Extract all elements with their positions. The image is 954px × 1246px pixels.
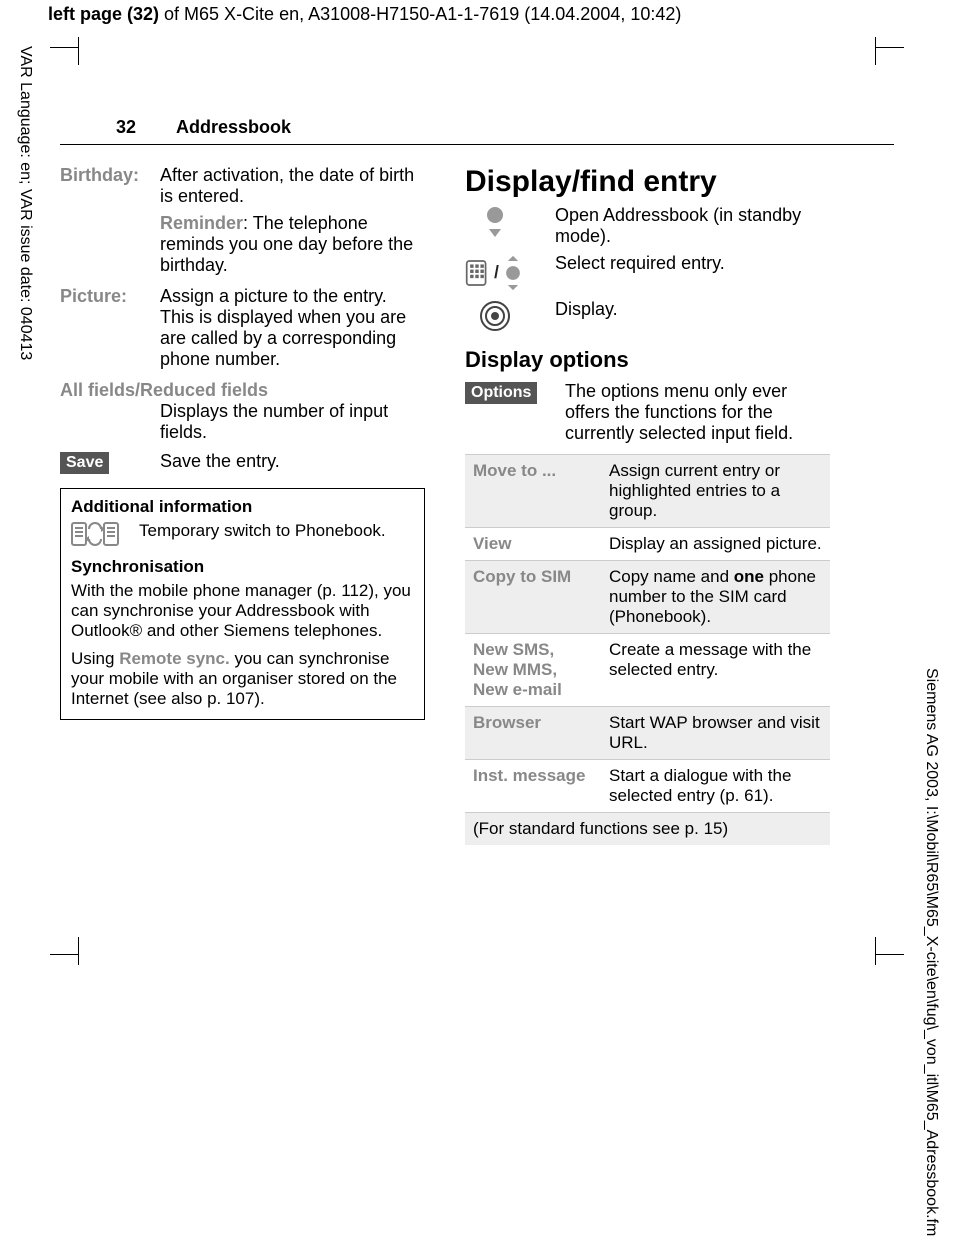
table-row: Inst. message Start a dialogue with the … [465, 760, 830, 813]
save-text: Save the entry. [160, 451, 425, 472]
options-softkey: Options [465, 382, 537, 404]
picture-label: Picture: [60, 286, 160, 370]
page-header-rest: of M65 X-Cite en, A31008-H7150-A1-1-7619… [159, 4, 681, 24]
margin-text-left: VAR Language: en; VAR issue date: 040413 [16, 46, 34, 360]
birthday-label: Birthday: [60, 165, 160, 276]
table-row: (For standard functions see p. 15) [465, 813, 830, 846]
reminder-label: Reminder [160, 213, 243, 233]
crop-mark [78, 37, 79, 65]
info-box: Additional information [60, 488, 425, 720]
select-entry-icon: / [465, 253, 525, 293]
display-options-heading: Display options [465, 347, 830, 373]
crop-mark [876, 47, 904, 48]
sync-title: Synchronisation [71, 557, 414, 577]
opt-desc: Start WAP browser and visit URL. [601, 707, 830, 760]
phonebook-switch-icon [71, 521, 119, 547]
table-row: Browser Start WAP browser and visit URL. [465, 707, 830, 760]
crop-mark [875, 937, 876, 965]
page-body: 32 Addressbook Birthday: After activatio… [60, 47, 894, 845]
all-fields-text: Displays the number of input fields. [160, 401, 425, 443]
table-row: Copy to SIM Copy name and one phone numb… [465, 561, 830, 634]
picture-text: Assign a picture to the entry. This is d… [160, 286, 425, 370]
table-row: Move to ... Assign current entry or high… [465, 455, 830, 528]
svg-text:/: / [494, 262, 499, 282]
save-softkey: Save [60, 452, 109, 474]
opt-desc: Assign current entry or highlighted entr… [601, 455, 830, 528]
step-open-text: Open Addressbook (in standby mode). [555, 205, 830, 247]
joystick-down-icon [465, 205, 525, 239]
opt-footer: (For standard functions see p. 15) [465, 813, 830, 846]
info-box-title: Additional information [71, 497, 414, 517]
crop-mark [78, 937, 79, 965]
crop-mark [876, 954, 904, 955]
crop-mark [50, 954, 78, 955]
left-column: Birthday: After activation, the date of … [60, 165, 425, 845]
center-press-icon [465, 299, 525, 333]
opt-label: Browser [465, 707, 601, 760]
running-head: 32 Addressbook [60, 47, 894, 145]
opt-desc: Copy name and one phone number to the SI… [601, 561, 830, 634]
opt-desc: Display an assigned picture. [601, 528, 830, 561]
options-table: Move to ... Assign current entry or high… [465, 454, 830, 845]
step-select-text: Select required entry. [555, 253, 830, 274]
birthday-text: After activation, the date of birth is e… [160, 165, 425, 207]
display-find-heading: Display/find entry [465, 165, 830, 199]
crop-mark [875, 37, 876, 65]
sync-para-1: With the mobile phone manager (p. 112), … [71, 581, 414, 641]
opt-label: Copy to SIM [465, 561, 601, 634]
page-number: 32 [116, 117, 136, 138]
opt-label: New SMS, New MMS, New e-mail [465, 634, 601, 707]
all-fields-label: All fields/Reduced fields [60, 380, 425, 401]
crop-mark [50, 47, 78, 48]
page-header: left page (32) of M65 X-Cite en, A31008-… [0, 0, 954, 29]
options-text: The options menu only ever offers the fu… [565, 381, 830, 444]
table-row: View Display an assigned picture. [465, 528, 830, 561]
right-column: Display/find entry Open Addressbook (in … [465, 165, 830, 845]
phonebook-switch-text: Temporary switch to Phonebook. [139, 521, 386, 541]
margin-text-right: Siemens AG 2003, I:\Mobil\R65\M65_X-cite… [922, 668, 940, 1236]
section-title: Addressbook [176, 117, 291, 138]
opt-desc: Create a message with the selected entry… [601, 634, 830, 707]
page-header-bold: left page (32) [48, 4, 159, 24]
opt-label: Move to ... [465, 455, 601, 528]
opt-label: View [465, 528, 601, 561]
step-display-text: Display. [555, 299, 830, 320]
sync-para-2: Using Remote sync. you can synchronise y… [71, 649, 414, 709]
opt-label: Inst. message [465, 760, 601, 813]
opt-desc: Start a dialogue with the selected entry… [601, 760, 830, 813]
table-row: New SMS, New MMS, New e-mail Create a me… [465, 634, 830, 707]
